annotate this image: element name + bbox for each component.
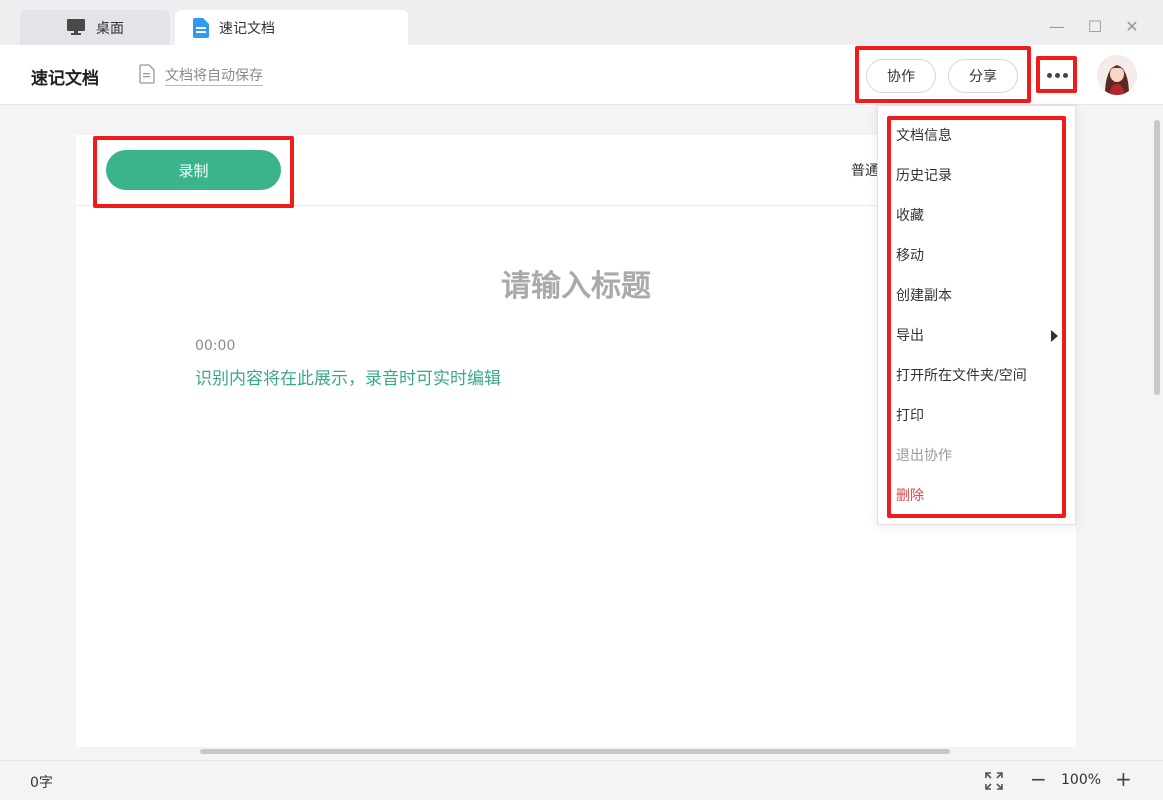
transcript-hint[interactable]: 识别内容将在此展示，录音时可实时编辑 [195,364,501,389]
menu-item-export[interactable]: 导出 [896,324,1066,348]
menu-item-favorite[interactable]: 收藏 [896,204,1066,228]
collaborate-button[interactable]: 协作 [866,59,936,93]
more-menu: 文档信息 历史记录 收藏 移动 创建副本 导出 打开所在文件夹/空间 打印 退出… [877,105,1076,525]
horizontal-scrollbar[interactable] [200,749,950,754]
minimize-button[interactable]: — [1045,14,1069,38]
status-bar: 0字 − 100% + [0,760,1163,800]
doc-icon [193,18,209,42]
menu-item-print[interactable]: 打印 [896,404,1066,428]
document-header: 速记文档 文档将自动保存 协作 分享 [0,45,1163,105]
share-button[interactable]: 分享 [948,59,1018,93]
autosave-text: 文档将自动保存 [165,67,263,86]
more-dots-icon[interactable] [1043,62,1071,88]
mode-selector[interactable]: 普通 [851,160,879,180]
document-title: 速记文档 [31,69,99,89]
fullscreen-icon[interactable] [984,771,1004,791]
record-button[interactable]: 录制 [106,150,281,190]
menu-item-copy[interactable]: 创建副本 [896,284,1066,308]
monitor-icon [66,18,86,40]
vertical-scrollbar[interactable] [1154,120,1160,395]
title-bar: 桌面 速记文档 — ☐ ✕ [0,0,1163,45]
menu-item-label: 导出 [896,328,924,344]
timestamp: 00:00 [195,338,236,354]
file-icon [139,64,155,88]
zoom-out-button[interactable]: − [1030,767,1047,791]
chevron-right-icon [1051,330,1058,342]
zoom-level: 100% [1061,772,1102,788]
menu-item-doc-info[interactable]: 文档信息 [896,124,1066,148]
zoom-in-button[interactable]: + [1115,767,1132,791]
menu-item-delete[interactable]: 删除 [896,484,1066,508]
word-count: 0字 [30,775,53,791]
menu-item-exit-collab[interactable]: 退出协作 [896,444,1066,468]
user-avatar[interactable] [1097,55,1137,95]
menu-item-history[interactable]: 历史记录 [896,164,1066,188]
autosave-status: 文档将自动保存 [139,64,263,88]
close-button[interactable]: ✕ [1120,14,1144,38]
maximize-button[interactable]: ☐ [1083,14,1107,38]
tab-label: 速记文档 [219,20,275,37]
tab-label: 桌面 [96,20,124,37]
tab-desktop[interactable]: 桌面 [20,10,170,45]
menu-item-move[interactable]: 移动 [896,244,1066,268]
menu-item-open-folder[interactable]: 打开所在文件夹/空间 [896,364,1066,388]
tab-shorthand-doc[interactable]: 速记文档 [175,10,408,45]
